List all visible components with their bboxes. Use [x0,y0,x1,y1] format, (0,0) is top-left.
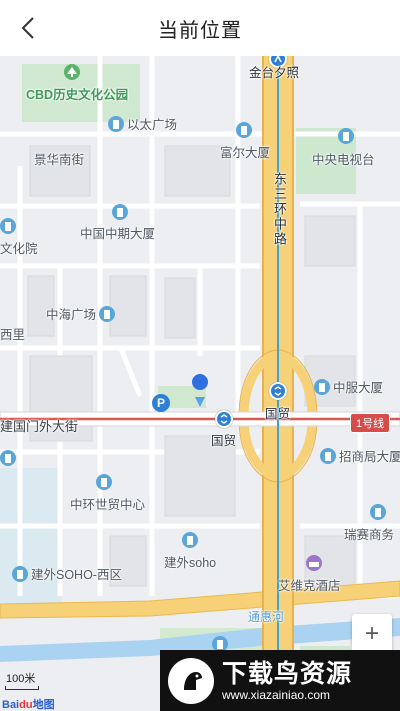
building-icon [96,474,112,490]
building-icon [112,204,128,220]
hotel-icon [306,555,322,571]
building-icon [338,128,354,144]
metro-icon[interactable] [269,382,287,400]
zoom-in-button[interactable]: + [352,614,392,654]
area-jinghua: 景华南街 [34,153,85,167]
metro-icon[interactable] [215,410,233,428]
poi-fuer-label: 富尔大厦 [220,146,271,160]
building-icon [12,565,28,582]
station-guomao-north: 国贸 [265,407,291,421]
station-jintaixizhao: 金台夕照 [249,66,300,80]
poi-zhongqi-icon[interactable] [112,204,128,220]
scale-bar [5,686,39,690]
poi-shimao-label: 中环世贸中心 [70,498,146,512]
location-pin-icon [191,373,209,412]
area-wenhuayuan: 文化院 [0,242,38,256]
map-view[interactable]: CBD历史文化公园 以太广场 富尔大厦 中央电视台 景华南街 中国中期大厦 文化… [0,56,400,711]
poi-ruisai-icon[interactable] [370,504,386,520]
building-icon [99,305,116,322]
poi-shimao-icon[interactable] [96,474,112,490]
river-label: 通惠河 [248,610,285,624]
building-icon [236,122,252,138]
watermark-banner: 下载鸟资源 www.xiazainiao.com [160,650,400,711]
poi-zhongqi-label: 中国中期大厦 [80,227,156,241]
baidu-map-logo: Baidu地图 [2,699,55,711]
poi-cctv-icon[interactable] [338,128,354,144]
parking-icon[interactable]: P [152,394,170,412]
watermark-url: www.xiazainiao.com [222,687,331,702]
bird-logo-icon [168,657,214,704]
road-jianguomen: 建国门外大街 [0,419,79,434]
poi-zhaoshang[interactable]: 招商局大厦 [320,446,400,465]
tree-icon [64,64,80,80]
back-button[interactable] [14,14,42,42]
poi-zhonghai[interactable]: 中海广场 [46,304,116,323]
building-icon [0,218,16,234]
poi-jwsoho-label: 建外soho [164,556,217,570]
poi-zhongfu[interactable]: 中服大厦 [314,377,383,396]
scale-label: 100米 [6,673,36,685]
station-guomao-main: 国贸 [211,434,237,448]
building-icon [314,378,330,395]
poi-ruisai-label: 瑞赛商务 [344,528,395,542]
building-icon [108,115,124,132]
poi-aiweike-label: 艾维克酒店 [278,579,341,593]
poi-jwsoho-west[interactable]: 建外SOHO-西区 [12,564,122,583]
poi-cctv-label: 中央电视台 [312,153,375,167]
header-bar: 当前位置 [0,0,400,56]
road-east-third-ring: 东三环中路 [272,172,287,247]
page-title: 当前位置 [158,19,242,42]
watermark-title: 下载鸟资源 [222,659,353,688]
building-icon [0,450,16,466]
building-icon [182,532,198,548]
building-icon [370,504,386,520]
poi-jwsoho-icon[interactable] [182,532,198,548]
poi-west-edge[interactable] [0,450,16,466]
poi-yitai[interactable]: 以太广场 [108,114,177,133]
metro-line-badge: 1号线 [350,413,391,433]
poi-park-cbd[interactable] [64,64,80,80]
area-xili: 西里 [0,328,26,342]
poi-wenhuayuan-icon[interactable] [0,218,16,234]
poi-fuer-icon[interactable] [236,122,252,138]
poi-aiweike-icon[interactable] [306,555,322,571]
park-label: CBD历史文化公园 [26,88,129,102]
chevron-left-icon [21,17,34,39]
building-icon [320,447,336,464]
